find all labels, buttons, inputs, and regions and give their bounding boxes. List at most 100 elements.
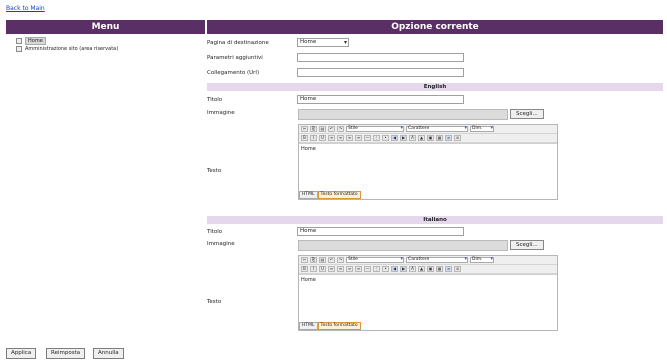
pagina-row: Pagina di destinazione Home bbox=[207, 38, 349, 47]
immagine-label: Immagine bbox=[207, 110, 235, 116]
style-select[interactable]: Stile bbox=[346, 257, 404, 263]
hr-icon[interactable]: — bbox=[364, 266, 371, 272]
rich-editor-it: ✂ ⎘ ▤ ↶ ↷ Stile Carattere Dim. B I U ≡ ≡… bbox=[298, 255, 558, 331]
paste-icon[interactable]: ▤ bbox=[319, 126, 326, 132]
insert-image-icon[interactable]: ▣ bbox=[427, 135, 434, 141]
insert-image-icon[interactable]: ▣ bbox=[427, 266, 434, 272]
image-path-it bbox=[298, 240, 508, 251]
language-bar-english: English bbox=[207, 83, 663, 91]
titolo-label: Titolo bbox=[207, 228, 223, 235]
paste-icon[interactable]: ▤ bbox=[319, 257, 326, 263]
cancel-button[interactable]: Annulla bbox=[93, 348, 124, 359]
unordered-list-icon[interactable]: • bbox=[382, 135, 389, 141]
link-icon[interactable]: ∞ bbox=[445, 266, 452, 272]
image-path-en bbox=[298, 109, 508, 120]
align-right-icon[interactable]: ≡ bbox=[346, 266, 353, 272]
parametri-input[interactable] bbox=[297, 53, 464, 62]
page-icon bbox=[16, 38, 22, 44]
align-center-icon[interactable]: ≡ bbox=[337, 135, 344, 141]
copy-icon[interactable]: ⎘ bbox=[310, 257, 317, 263]
menu-item-home[interactable]: Home bbox=[16, 37, 205, 45]
ordered-list-icon[interactable]: ⋮ bbox=[373, 135, 380, 141]
ordered-list-icon[interactable]: ⋮ bbox=[373, 266, 380, 272]
cut-icon[interactable]: ✂ bbox=[301, 126, 308, 132]
titolo-row-it: Titolo Home bbox=[207, 227, 464, 236]
undo-icon[interactable]: ↶ bbox=[328, 126, 335, 132]
text-color-icon[interactable]: A bbox=[409, 266, 416, 272]
menu-header: Menu bbox=[6, 20, 205, 34]
tab-html[interactable]: HTML bbox=[299, 191, 318, 199]
reset-button[interactable]: Reimposta bbox=[46, 348, 86, 359]
cut-icon[interactable]: ✂ bbox=[301, 257, 308, 263]
outdent-icon[interactable]: ◀ bbox=[391, 266, 398, 272]
pagina-select[interactable]: Home bbox=[297, 38, 349, 47]
tab-formatted[interactable]: Testo formattato bbox=[317, 322, 361, 330]
titolo-input-it[interactable]: Home bbox=[297, 227, 464, 236]
editor-content-it[interactable]: Home bbox=[299, 274, 557, 318]
editor-toolbar-row1: ✂ ⎘ ▤ ↶ ↷ Stile Carattere Dim. bbox=[299, 125, 557, 134]
titolo-input-en[interactable]: Home bbox=[297, 95, 464, 104]
collegamento-input[interactable] bbox=[297, 68, 464, 77]
outdent-icon[interactable]: ◀ bbox=[391, 135, 398, 141]
tab-formatted[interactable]: Testo formattato bbox=[317, 191, 361, 199]
font-size-select[interactable]: Dim. bbox=[470, 126, 494, 132]
copy-icon[interactable]: ⎘ bbox=[310, 126, 317, 132]
editor-toolbar-row2: B I U ≡ ≡ ≡ ≡ — ⋮ • ◀ ▶ A ▲ ▣ ▦ ∞ ⊘ bbox=[299, 265, 557, 274]
menu-item-admin[interactable]: Amministrazione sito (area riservata) bbox=[16, 45, 205, 53]
rich-editor-en: ✂ ⎘ ▤ ↶ ↷ Stile Carattere Dim. B I U ≡ ≡… bbox=[298, 124, 558, 200]
redo-icon[interactable]: ↷ bbox=[337, 126, 344, 132]
menu-panel: Menu Home Amministrazione sito (area ris… bbox=[6, 20, 205, 53]
menu-item-label: Amministrazione sito (area riservata) bbox=[25, 46, 119, 52]
indent-icon[interactable]: ▶ bbox=[400, 266, 407, 272]
align-right-icon[interactable]: ≡ bbox=[346, 135, 353, 141]
page-icon bbox=[16, 46, 22, 52]
align-left-icon[interactable]: ≡ bbox=[328, 135, 335, 141]
insert-table-icon[interactable]: ▦ bbox=[436, 135, 443, 141]
underline-icon[interactable]: U bbox=[319, 135, 326, 141]
hr-icon[interactable]: — bbox=[364, 135, 371, 141]
justify-icon[interactable]: ≡ bbox=[355, 266, 362, 272]
tab-html[interactable]: HTML bbox=[299, 322, 318, 330]
pagina-label: Pagina di destinazione bbox=[207, 39, 269, 46]
italic-icon[interactable]: I bbox=[310, 266, 317, 272]
align-left-icon[interactable]: ≡ bbox=[328, 266, 335, 272]
align-center-icon[interactable]: ≡ bbox=[337, 266, 344, 272]
undo-icon[interactable]: ↶ bbox=[328, 257, 335, 263]
italic-icon[interactable]: I bbox=[310, 135, 317, 141]
justify-icon[interactable]: ≡ bbox=[355, 135, 362, 141]
parametri-row: Parametri aggiuntivi bbox=[207, 53, 464, 62]
bold-icon[interactable]: B bbox=[301, 266, 308, 272]
indent-icon[interactable]: ▶ bbox=[400, 135, 407, 141]
back-link[interactable]: Back to Main bbox=[6, 5, 45, 12]
immagine-label: Immagine bbox=[207, 241, 235, 247]
immagine-row-it: Immagine bbox=[207, 241, 297, 247]
unlink-icon[interactable]: ⊘ bbox=[454, 266, 461, 272]
scegli-button-en[interactable]: Scegli... bbox=[510, 109, 544, 119]
highlight-icon[interactable]: ▲ bbox=[418, 135, 425, 141]
font-family-select[interactable]: Carattere bbox=[406, 126, 468, 132]
editor-content-en[interactable]: Home bbox=[299, 143, 557, 187]
language-bar-italiano: Italiano bbox=[207, 216, 663, 224]
link-icon[interactable]: ∞ bbox=[445, 135, 452, 141]
editor-toolbar-row1: ✂ ⎘ ▤ ↶ ↷ Stile Carattere Dim. bbox=[299, 256, 557, 265]
font-size-select[interactable]: Dim. bbox=[470, 257, 494, 263]
unlink-icon[interactable]: ⊘ bbox=[454, 135, 461, 141]
bold-icon[interactable]: B bbox=[301, 135, 308, 141]
style-select[interactable]: Stile bbox=[346, 126, 404, 132]
options-header: Opzione corrente bbox=[207, 20, 663, 34]
highlight-icon[interactable]: ▲ bbox=[418, 266, 425, 272]
redo-icon[interactable]: ↷ bbox=[337, 257, 344, 263]
collegamento-row: Collegamento (Url) bbox=[207, 68, 464, 77]
text-color-icon[interactable]: A bbox=[409, 135, 416, 141]
font-family-select[interactable]: Carattere bbox=[406, 257, 468, 263]
editor-mode-tabs: HTML Testo formattato bbox=[299, 318, 557, 330]
immagine-row-en: Immagine bbox=[207, 110, 297, 116]
testo-label: Testo bbox=[207, 299, 222, 305]
apply-button[interactable]: Applica bbox=[6, 348, 37, 359]
testo-row-it: Testo bbox=[207, 299, 297, 305]
unordered-list-icon[interactable]: • bbox=[382, 266, 389, 272]
scegli-button-it[interactable]: Scegli... bbox=[510, 240, 544, 250]
underline-icon[interactable]: U bbox=[319, 266, 326, 272]
insert-table-icon[interactable]: ▦ bbox=[436, 266, 443, 272]
editor-mode-tabs: HTML Testo formattato bbox=[299, 187, 557, 199]
